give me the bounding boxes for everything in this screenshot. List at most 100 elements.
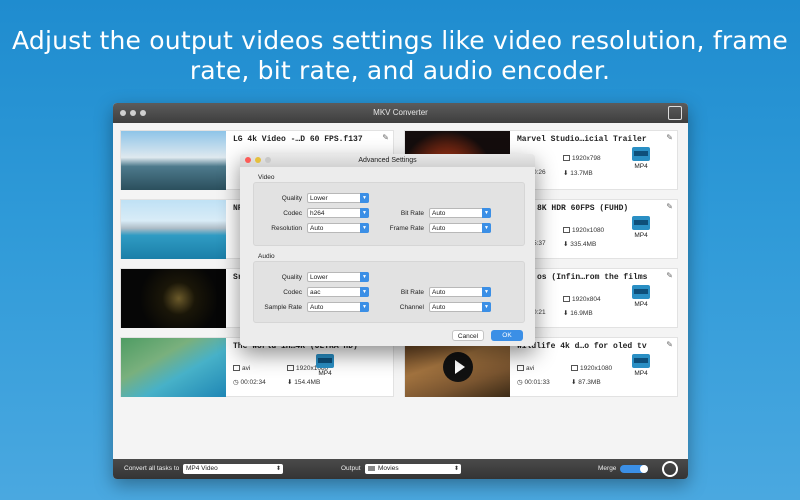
play-button[interactable] bbox=[443, 352, 473, 382]
audio-bitrate-label: Bit Rate bbox=[400, 289, 424, 296]
format-badge[interactable]: MP4 bbox=[629, 216, 653, 239]
merge-toggle[interactable] bbox=[620, 465, 648, 473]
task-title: Marvel Studio…icial Trailer bbox=[517, 135, 647, 144]
screen-icon bbox=[563, 155, 570, 162]
dialog-title: Advanced Settings bbox=[358, 157, 417, 164]
film-icon bbox=[233, 365, 240, 372]
filesize-text: ⬇ 154.4MB bbox=[287, 379, 321, 386]
filesize-text: ⬇ 87.3MB bbox=[571, 379, 601, 386]
screen-icon bbox=[287, 365, 294, 372]
audio-codec-label: Codec bbox=[283, 289, 302, 296]
film-reel-icon bbox=[632, 216, 650, 230]
video-framerate-label: Frame Rate bbox=[389, 225, 424, 232]
task-card[interactable]: Wildlife 4k d…o for oled tv avi ◷ 00:01:… bbox=[404, 337, 678, 397]
video-resolution-label: Resolution bbox=[271, 225, 302, 232]
audio-quality-select[interactable]: Lower ▼ bbox=[307, 272, 369, 282]
advanced-settings-dialog: Advanced Settings Video Quality Lower ▼ C… bbox=[240, 154, 535, 346]
dialog-minimize-button[interactable] bbox=[255, 157, 261, 163]
play-icon bbox=[455, 360, 465, 374]
edit-icon[interactable]: ✎ bbox=[666, 202, 673, 211]
format-badge[interactable]: MP4 bbox=[629, 354, 653, 377]
video-quality-select[interactable]: Lower ▼ bbox=[307, 193, 369, 203]
video-bitrate-select[interactable]: Auto ▼ bbox=[429, 208, 491, 218]
audio-group-label: Audio bbox=[258, 253, 275, 260]
audio-bitrate-select[interactable]: Auto ▼ bbox=[429, 287, 491, 297]
video-codec-label: Codec bbox=[283, 210, 302, 217]
video-codec-select[interactable]: h264 ▼ bbox=[307, 208, 369, 218]
audio-codec-select[interactable]: aac ▼ bbox=[307, 287, 369, 297]
clock-icon: ◷ bbox=[517, 379, 523, 386]
video-resolution-select[interactable]: Auto ▼ bbox=[307, 223, 369, 233]
screen-icon bbox=[563, 227, 570, 234]
film-reel-icon bbox=[632, 285, 650, 299]
audio-samplerate-label: Sample Rate bbox=[264, 304, 302, 311]
codec-text: avi bbox=[517, 365, 534, 372]
thumbnail bbox=[121, 200, 226, 259]
window-controls bbox=[120, 110, 146, 116]
screen-icon bbox=[563, 296, 570, 303]
chevron-down-icon: ▼ bbox=[482, 223, 491, 233]
dialog-titlebar: Advanced Settings bbox=[240, 154, 535, 167]
video-quality-label: Quality bbox=[281, 195, 302, 202]
video-framerate-select[interactable]: Auto ▼ bbox=[429, 223, 491, 233]
resolution-text: 1920x1080 bbox=[571, 365, 612, 372]
task-title: os (Infin…rom the films bbox=[537, 273, 648, 282]
minimize-button[interactable] bbox=[130, 110, 136, 116]
chevron-down-icon: ▼ bbox=[360, 193, 369, 203]
audio-quality-label: Quality bbox=[281, 274, 302, 281]
screen-icon bbox=[571, 365, 578, 372]
convert-all-label: Convert all tasks to bbox=[124, 465, 180, 472]
format-badge[interactable]: MP4 bbox=[629, 147, 653, 170]
edit-icon[interactable]: ✎ bbox=[666, 133, 673, 142]
chevron-down-icon: ▼ bbox=[360, 272, 369, 282]
task-title: LG 4k Video -…D 60 FPS.f137 bbox=[233, 135, 363, 144]
duration-text: ◷ 00:02:34 bbox=[233, 379, 266, 386]
thumbnail bbox=[405, 338, 510, 397]
dialog-close-button[interactable] bbox=[245, 157, 251, 163]
output-label: Output bbox=[341, 465, 361, 472]
clock-icon: ◷ bbox=[233, 379, 239, 386]
convert-button[interactable] bbox=[662, 461, 678, 477]
download-icon: ⬇ bbox=[563, 310, 569, 317]
edit-icon[interactable]: ✎ bbox=[666, 340, 673, 349]
audio-channel-label: Channel bbox=[399, 304, 424, 311]
format-badge[interactable]: MP4 bbox=[629, 285, 653, 308]
output-select[interactable]: Movies bbox=[365, 464, 461, 474]
video-group-label: Video bbox=[258, 174, 275, 181]
audio-samplerate-select[interactable]: Auto ▼ bbox=[307, 302, 369, 312]
dialog-zoom-button[interactable] bbox=[265, 157, 271, 163]
window-title: MKV Converter bbox=[373, 108, 428, 117]
filesize-text: ⬇ 335.4MB bbox=[563, 241, 597, 248]
titlebar: MKV Converter bbox=[113, 103, 688, 123]
film-reel-icon bbox=[632, 354, 650, 368]
task-card[interactable]: The World in…4K (ULTRA HD) avi ◷ 00:02:3… bbox=[120, 337, 394, 397]
chevron-down-icon: ▼ bbox=[482, 287, 491, 297]
download-icon: ⬇ bbox=[571, 379, 577, 386]
filesize-text: ⬇ 16.9MB bbox=[563, 310, 593, 317]
ok-button[interactable]: OK bbox=[491, 330, 523, 341]
convert-all-select[interactable]: MP4 Video bbox=[183, 464, 283, 474]
video-bitrate-label: Bit Rate bbox=[400, 210, 424, 217]
duration-text: ◷ 00:01:33 bbox=[517, 379, 550, 386]
film-reel-icon bbox=[632, 147, 650, 161]
download-icon: ⬇ bbox=[287, 379, 293, 386]
download-icon: ⬇ bbox=[563, 241, 569, 248]
film-icon bbox=[517, 365, 524, 372]
cancel-button[interactable]: Cancel bbox=[452, 330, 484, 341]
task-title: 8K HDR 60FPS (FUHD) bbox=[537, 204, 629, 213]
thumbnail bbox=[121, 269, 226, 328]
folder-icon bbox=[368, 466, 375, 471]
close-button[interactable] bbox=[120, 110, 126, 116]
chevron-down-icon: ▼ bbox=[482, 302, 491, 312]
edit-icon[interactable]: ✎ bbox=[382, 133, 389, 142]
audio-channel-select[interactable]: Auto ▼ bbox=[429, 302, 491, 312]
format-badge[interactable]: MP4 bbox=[313, 354, 337, 377]
merge-label: Merge bbox=[598, 465, 617, 472]
edit-icon[interactable]: ✎ bbox=[666, 271, 673, 280]
film-reel-icon bbox=[316, 354, 334, 368]
bottom-toolbar: Convert all tasks to MP4 Video Output Mo… bbox=[113, 459, 688, 479]
film-icon[interactable] bbox=[668, 106, 682, 120]
resolution-text: 1920x1080 bbox=[563, 227, 604, 234]
resolution-text: 1920x798 bbox=[563, 155, 601, 162]
zoom-button[interactable] bbox=[140, 110, 146, 116]
